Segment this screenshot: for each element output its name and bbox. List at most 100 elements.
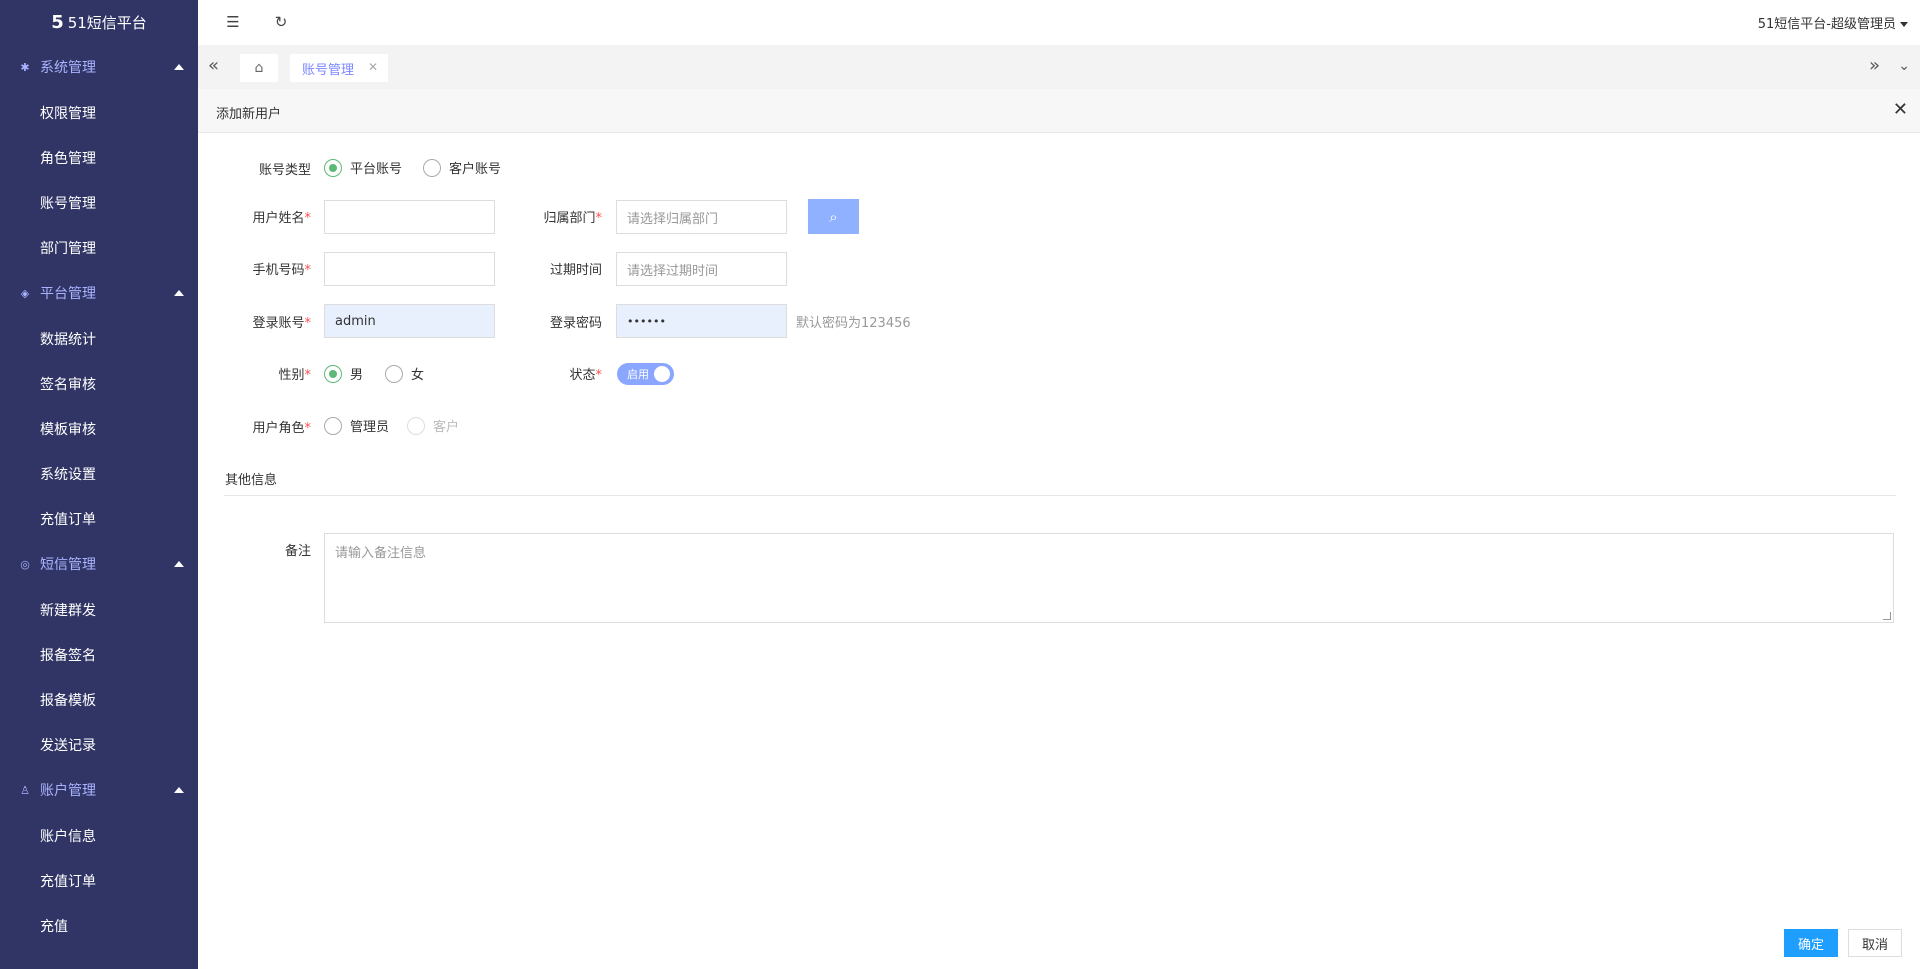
sidebar-group-sms[interactable]: ◎ 短信管理 xyxy=(0,541,198,587)
sidebar-item-account-orders[interactable]: 充值订单 xyxy=(0,858,198,903)
caret-up-icon xyxy=(174,787,184,793)
radio-customer-account[interactable]: 客户账号 xyxy=(423,158,501,177)
sidebar-item-statistics[interactable]: 数据统计 xyxy=(0,316,198,361)
sidebar-group-label: 短信管理 xyxy=(40,557,96,573)
sidebar-item-signature-review[interactable]: 签名审核 xyxy=(0,361,198,406)
radio-icon xyxy=(324,364,342,383)
sidebar-item-system-settings[interactable]: 系统设置 xyxy=(0,451,198,496)
sidebar-item-recharge-orders[interactable]: 充值订单 xyxy=(0,496,198,541)
department-search-button[interactable]: ⌕ xyxy=(808,199,859,234)
department-input[interactable]: 请选择归属部门 xyxy=(616,200,787,234)
user-menu[interactable]: 51短信平台-超级管理员 xyxy=(1758,13,1908,32)
menu-fold-icon[interactable]: ☰ xyxy=(224,13,242,31)
radio-label: 男 xyxy=(350,368,364,383)
password-input[interactable]: •••••• xyxy=(616,304,787,338)
user-label: 51短信平台-超级管理员 xyxy=(1757,17,1896,32)
caret-up-icon xyxy=(174,290,184,296)
close-icon[interactable]: ✕ xyxy=(1893,99,1908,120)
sidebar-item-register-signature[interactable]: 报备签名 xyxy=(0,632,198,677)
radio-platform-account[interactable]: 平台账号 xyxy=(324,158,402,177)
sidebar: 5 51短信平台 ✱ 系统管理 权限管理 角色管理 账号管理 部门管理 ◈ 平台… xyxy=(0,0,198,969)
radio-icon xyxy=(324,416,342,435)
tabs-next-icon[interactable]: » xyxy=(1869,57,1880,75)
radio-icon xyxy=(423,158,441,177)
name-label: 用户姓名* xyxy=(252,211,311,226)
sidebar-group-system[interactable]: ✱ 系统管理 xyxy=(0,44,198,90)
tab-account-management[interactable]: 账号管理 ✕ xyxy=(290,54,388,82)
caret-up-icon xyxy=(174,64,184,70)
password-label: 登录密码 xyxy=(549,316,602,331)
remark-placeholder: 请输入备注信息 xyxy=(335,546,427,561)
tab-bar: « ⌂ 账号管理 ✕ » ⌄ xyxy=(198,45,1920,89)
switch-knob xyxy=(654,366,670,382)
radio-female[interactable]: 女 xyxy=(385,364,424,383)
radio-label: 客户 xyxy=(433,420,460,435)
cancel-button[interactable]: 取消 xyxy=(1848,929,1902,957)
section-divider xyxy=(224,495,1896,496)
role-label: 用户角色* xyxy=(252,421,311,436)
radio-role-customer: 客户 xyxy=(407,416,459,435)
app-title: 51短信平台 xyxy=(67,13,147,32)
expire-label: 过期时间 xyxy=(549,263,602,278)
sidebar-item-recharge[interactable]: 充值 xyxy=(0,903,198,948)
user-icon: ♙ xyxy=(20,783,30,797)
resize-handle-icon[interactable] xyxy=(1883,612,1891,620)
panel-title: 添加新用户 xyxy=(216,107,282,122)
radio-icon xyxy=(385,364,403,383)
sidebar-group-account[interactable]: ♙ 账户管理 xyxy=(0,767,198,813)
tabs-prev-icon[interactable]: « xyxy=(208,57,219,75)
home-icon: ⌂ xyxy=(254,60,264,76)
tab-label: 账号管理 xyxy=(302,62,355,78)
expire-date-input[interactable]: 请选择过期时间 xyxy=(616,252,787,286)
radio-male[interactable]: 男 xyxy=(324,364,363,383)
remark-label: 备注 xyxy=(284,544,311,559)
refresh-icon[interactable]: ↻ xyxy=(272,13,290,31)
password-hint: 默认密码为123456 xyxy=(796,316,911,331)
account-type-label: 账号类型 xyxy=(258,163,311,178)
login-label: 登录账号* xyxy=(252,316,311,331)
section-title-other-info: 其他信息 xyxy=(225,473,278,488)
topbar: ☰ ↻ 51短信平台-超级管理员 xyxy=(198,0,1920,45)
radio-label: 管理员 xyxy=(350,420,390,435)
radio-icon xyxy=(407,416,425,435)
status-switch[interactable]: 启用 xyxy=(617,363,674,385)
sidebar-item-template-review[interactable]: 模板审核 xyxy=(0,406,198,451)
radio-label: 客户账号 xyxy=(449,162,502,177)
caret-up-icon xyxy=(174,561,184,567)
login-account-input[interactable]: admin xyxy=(324,304,495,338)
close-icon[interactable]: ✕ xyxy=(368,60,378,74)
chevron-down-icon[interactable]: ⌄ xyxy=(1898,57,1910,75)
sidebar-item-departments[interactable]: 部门管理 xyxy=(0,225,198,270)
phone-input[interactable] xyxy=(324,252,495,286)
sidebar-item-roles[interactable]: 角色管理 xyxy=(0,135,198,180)
dropdown-caret-icon xyxy=(1900,22,1908,27)
sidebar-item-send-records[interactable]: 发送记录 xyxy=(0,722,198,767)
department-label: 归属部门* xyxy=(543,211,602,226)
sidebar-group-label: 平台管理 xyxy=(40,286,96,302)
search-icon: ⌕ xyxy=(829,207,838,226)
remark-textarea[interactable]: 请输入备注信息 xyxy=(324,533,1894,623)
logo-mark: 5 xyxy=(51,11,64,33)
home-tab[interactable]: ⌂ xyxy=(240,54,278,82)
sidebar-item-accounts[interactable]: 账号管理 xyxy=(0,180,198,225)
sidebar-item-permissions[interactable]: 权限管理 xyxy=(0,90,198,135)
status-label: 状态* xyxy=(569,368,602,383)
phone-label: 手机号码* xyxy=(252,263,311,278)
gear-icon: ✱ xyxy=(20,60,30,74)
sidebar-group-label: 系统管理 xyxy=(40,60,96,76)
sidebar-item-account-info[interactable]: 账户信息 xyxy=(0,813,198,858)
name-input[interactable] xyxy=(324,200,495,234)
radio-icon xyxy=(324,158,342,177)
sidebar-group-label: 账户管理 xyxy=(40,783,96,799)
radio-label: 平台账号 xyxy=(350,162,403,177)
sidebar-item-new-broadcast[interactable]: 新建群发 xyxy=(0,587,198,632)
app-logo[interactable]: 5 51短信平台 xyxy=(0,0,198,44)
sidebar-item-register-template[interactable]: 报备模板 xyxy=(0,677,198,722)
message-icon: ◎ xyxy=(20,557,30,571)
sidebar-group-platform[interactable]: ◈ 平台管理 xyxy=(0,270,198,316)
radio-role-admin[interactable]: 管理员 xyxy=(324,416,389,435)
confirm-button[interactable]: 确定 xyxy=(1784,929,1838,957)
gender-label: 性别* xyxy=(278,368,311,383)
layers-icon: ◈ xyxy=(20,286,30,300)
panel-header: 添加新用户 ✕ xyxy=(198,89,1920,133)
